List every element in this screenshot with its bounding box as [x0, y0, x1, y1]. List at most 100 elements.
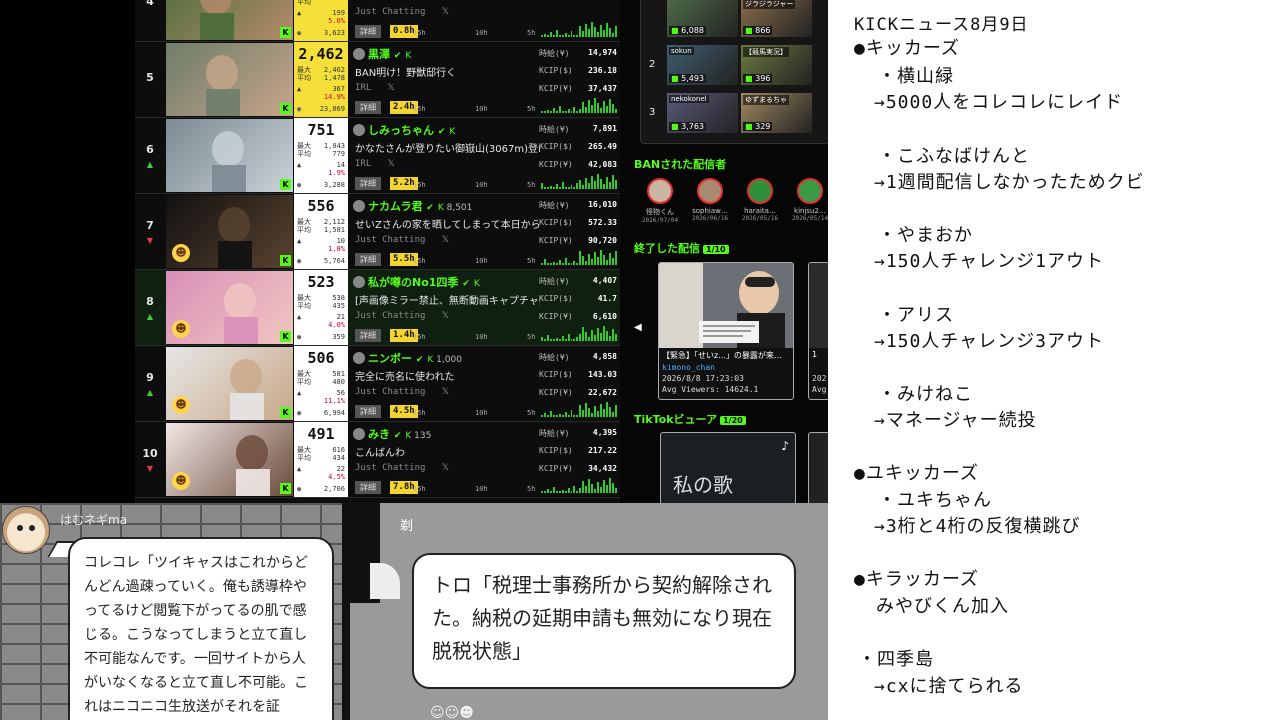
- earnings-metrics: KCIP($)27,536: [539, 0, 620, 41]
- top-stream-viewers: ■ 3,763: [669, 122, 707, 131]
- top-stream-thumbnail[interactable]: 【競馬実況】 ■ 396: [741, 45, 812, 85]
- banned-streamer[interactable]: haraita… 2026/05/16: [735, 178, 785, 222]
- top-stream-thumbnail[interactable]: ジラジラジャー ■ 866: [741, 0, 812, 37]
- ranking-row[interactable]: 9 ▲ ☻ K 506 最大 581 平均 480 ▲ 56 11.1% ● 6,994 ニンボー ✔ K 1…: [135, 346, 620, 422]
- top-stream-viewers: ■ 329: [743, 122, 773, 131]
- comment-username: はむネギma: [60, 513, 128, 527]
- x-icon: 𝕏: [441, 387, 449, 397]
- kick-logo-icon: K: [280, 407, 291, 418]
- ended-stream-card[interactable]: 【緊急】「せいz...」の暴露が来… kimono_chan 2026/8/8 …: [658, 262, 794, 400]
- total-count: ● 5,764: [297, 257, 345, 265]
- stream-thumbnail[interactable]: K: [166, 43, 293, 116]
- stream-category: Just Chatting 𝕏: [355, 311, 449, 321]
- streamer-name[interactable]: しみっちゃん ✔ K: [353, 122, 455, 138]
- rank-number: 4: [146, 0, 154, 8]
- peak-viewers: 最大 2,462: [297, 66, 345, 74]
- like-count: ▲ 21: [297, 313, 345, 321]
- stream-thumbnail[interactable]: ☻ K: [166, 195, 293, 268]
- detail-button[interactable]: 詳細: [355, 25, 381, 38]
- kcip-usd: KCIP($) 236.18: [539, 66, 617, 75]
- ranking-row[interactable]: 5 K 2,462 最大 2,462 平均 1,478 ▲ 367 14.9% ● 23,069 黒澤 …: [135, 42, 620, 118]
- kcip-jpy: KCIP(¥) 90,720: [539, 236, 617, 245]
- ended-stream-user[interactable]: kimono_chan: [662, 363, 715, 372]
- timeline-tick: 15h: [413, 105, 426, 113]
- banned-streamer-avatar: [697, 178, 723, 204]
- ended-stream-thumbnail: [659, 263, 793, 348]
- tiktok-viewer-title: TikTokビューア 1/20: [634, 411, 746, 427]
- stream-thumbnail[interactable]: ☻ K: [166, 423, 293, 496]
- detail-button[interactable]: 詳細: [355, 177, 381, 190]
- detail-button[interactable]: 詳細: [355, 253, 381, 266]
- ended-stream-avg-viewers: Avg Viewers: 14624.1: [662, 385, 759, 394]
- news-line: ●キッカーズ: [854, 38, 960, 59]
- tiktok-card-next[interactable]: [808, 432, 828, 503]
- streamer-name[interactable]: みき ✔ K 135: [353, 426, 431, 442]
- like-ratio: 1.9%: [328, 169, 345, 177]
- streamer-name[interactable]: 黒澤 ✔ K: [353, 46, 411, 62]
- news-line: ●キラッカーズ: [854, 569, 979, 590]
- detail-button[interactable]: 詳細: [355, 329, 381, 342]
- streamer-name[interactable]: ニンボー ✔ K 1,000: [353, 350, 462, 366]
- like-count: ▲ 56: [297, 389, 345, 397]
- x-icon: 𝕏: [441, 463, 449, 473]
- rank-cell: 4: [135, 0, 165, 41]
- ranking-row[interactable]: 4K2,719最大平均▲1995.6%●3,623 ✔K Just Chatti…: [135, 0, 620, 42]
- timeline-tick: 10h: [475, 333, 488, 341]
- ranking-row[interactable]: 7 ▼ ☻ K 556 最大 2,112 平均 1,581 ▲ 10 1.8% ● 5,764 ナカムラ君 …: [135, 194, 620, 270]
- streamer-name[interactable]: 私が噂のNo1四季 ✔ K: [353, 274, 480, 290]
- stream-thumbnail[interactable]: K: [166, 119, 293, 192]
- stream-title: こんばんわ: [355, 448, 405, 459]
- ended-stream-date: 2026/8/8 17:23:03: [662, 374, 744, 383]
- x-icon: 𝕏: [441, 7, 449, 17]
- detail-button[interactable]: 詳細: [355, 481, 381, 494]
- current-viewers: 556: [307, 197, 335, 215]
- ranking-row[interactable]: 10 ▼ ☻ K 491 最大 616 平均 434 ▲ 22 4.5% ● 2,706 みき ✔ K 135…: [135, 422, 620, 498]
- top-stream-thumbnail[interactable]: ゆずまるちゃ ■ 329: [741, 93, 812, 133]
- thumb-icon: ▲: [297, 9, 302, 17]
- stream-category: IRL 𝕏: [355, 159, 395, 169]
- top-stream-label: 【競馬実況】: [743, 47, 789, 57]
- total-count: ● 3,623: [297, 29, 345, 37]
- tiktok-card[interactable]: 私の歌 ♪: [660, 432, 796, 503]
- earnings-metrics: 時給(¥) 16,010 KCIP($) 572.33 KCIP(¥) 90,720: [539, 194, 620, 269]
- detail-button[interactable]: 詳細: [355, 101, 381, 114]
- top-streams-grid: ■ 6,088 ジラジラジャー ■ 866 2 sokun ■ 5,493 【競馬実況】 ■ …: [640, 0, 828, 144]
- news-line: ・横山緑: [878, 66, 954, 87]
- stream-thumbnail[interactable]: K: [166, 0, 293, 40]
- chat-icon: ●: [297, 333, 302, 341]
- viewer-sparkline: [540, 249, 617, 265]
- stream-thumbnail[interactable]: ☻ K: [166, 271, 293, 344]
- ranking-row[interactable]: 6 ▲ K 751 最大 1,043 平均 779 ▲ 14 1.9% ● 3,288 しみっちゃん ✔ K…: [135, 118, 620, 194]
- ended-stream-thumbnail: [809, 263, 828, 348]
- kick-follower-count: K 1,000: [427, 355, 462, 365]
- banned-streamer[interactable]: sophiaw… 2026/06/16: [685, 178, 735, 222]
- thumb-icon: ▲: [297, 313, 302, 321]
- stream-category: Just Chatting 𝕏: [355, 235, 449, 245]
- top-stream-thumbnail[interactable]: nekokonel ■ 3,763: [667, 93, 738, 133]
- rank-number: 5: [146, 71, 154, 84]
- news-title: KICKニュース8月9日: [854, 15, 1029, 35]
- ranking-row[interactable]: 8 ▲ ☻ K 523 最大 538 平均 435 ▲ 21 4.0% ● 359 私が噂のNo1四季 ✔ K…: [135, 270, 620, 346]
- detail-button[interactable]: 詳細: [355, 405, 381, 418]
- earnings-metrics: 時給(¥) 4,395 KCIP($) 217.22 KCIP(¥) 34,432: [539, 422, 620, 497]
- streamer-name[interactable]: ナカムラ君 ✔ K 8,501: [353, 198, 472, 214]
- tiktok-icon: ♪: [781, 439, 789, 453]
- rank-number: 10: [142, 446, 158, 460]
- top-rank-number: 3: [649, 107, 656, 118]
- news-line: →5000人をコレコレにレイド: [874, 92, 1124, 113]
- streamer-avatar: [353, 48, 365, 60]
- ended-streams-prev-arrow[interactable]: ◀: [634, 322, 642, 333]
- top-stream-thumbnail[interactable]: sokun ■ 5,493: [667, 45, 738, 85]
- stream-category: Just Chatting 𝕏: [355, 387, 449, 397]
- banned-streamer[interactable]: 怪物くん 2026/07/04: [635, 178, 685, 224]
- current-viewers: 751: [307, 121, 335, 139]
- timeline-tick: 10h: [475, 409, 488, 417]
- news-line: ・やまおか: [878, 225, 973, 246]
- stream-thumbnail[interactable]: ☻ K: [166, 347, 293, 420]
- rank-change-icon: ▲: [146, 311, 154, 321]
- top-streams-row: ■ 6,088 ジラジラジャー ■ 866: [641, 0, 828, 39]
- banned-streamer[interactable]: kinjsu2… 2026/05/14: [785, 178, 828, 222]
- top-stream-thumbnail[interactable]: ■ 6,088: [667, 0, 738, 37]
- verified-icon: ✔: [393, 51, 402, 61]
- ended-stream-card-next[interactable]: 1 202 Avg: [808, 262, 828, 400]
